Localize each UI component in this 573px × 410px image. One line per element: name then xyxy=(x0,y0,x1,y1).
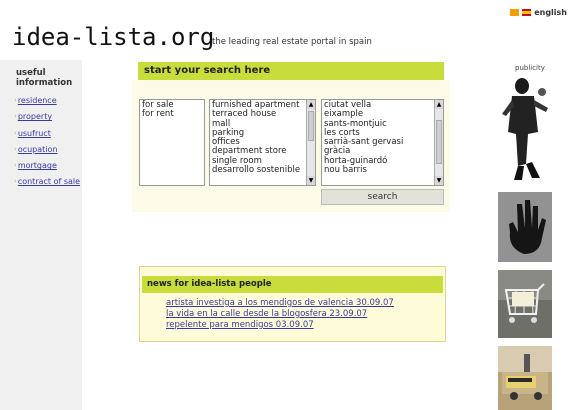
publicity-label: publicity xyxy=(515,64,545,72)
chevron-right-icon: › xyxy=(14,161,17,170)
sidebar-item-mortgage[interactable]: › mortgage xyxy=(14,161,80,177)
publicity-banner-street[interactable] xyxy=(498,346,552,410)
sidebar-link[interactable]: property xyxy=(18,112,52,121)
search-button[interactable]: search xyxy=(321,189,444,205)
sidebar-title-line2: information xyxy=(16,78,73,88)
property-type-option[interactable]: desarrollo sostenible xyxy=(212,165,304,175)
chevron-right-icon: › xyxy=(14,128,17,137)
sidebar-title-line1: useful xyxy=(16,68,46,78)
sidebar-link[interactable]: usufruct xyxy=(18,129,51,138)
publicity-banner-cart[interactable] xyxy=(498,270,552,338)
sidebar-item-contract-of-sale[interactable]: › contract of sale xyxy=(14,177,80,193)
news-item-link[interactable]: repelente para mendigos 03.09.07 xyxy=(166,320,394,331)
site-tagline: the leading real estate portal in spain xyxy=(212,37,372,47)
language-link[interactable]: english xyxy=(534,8,567,17)
sidebar-item-residence[interactable]: › residence xyxy=(14,96,80,112)
sidebar-title: useful information xyxy=(16,68,72,88)
operation-listbox[interactable]: for sale for rent xyxy=(139,99,205,186)
news-item-link[interactable]: la vida en la calle desde la blogosfera … xyxy=(166,309,394,320)
language-selector[interactable]: english xyxy=(510,8,567,17)
publicity-banner-figure[interactable] xyxy=(498,74,552,184)
scroll-down-icon[interactable]: ▼ xyxy=(307,176,315,185)
chevron-right-icon: › xyxy=(14,96,17,104)
news-item-link[interactable]: artista investiga a los mendigos de vale… xyxy=(166,298,394,309)
sidebar-item-ocupation[interactable]: › ocupation xyxy=(14,145,80,161)
chevron-right-icon: › xyxy=(14,112,17,121)
scroll-up-icon[interactable]: ▲ xyxy=(435,100,443,109)
news-title: news for idea-lista people xyxy=(142,276,443,293)
district-option[interactable]: nou barris xyxy=(324,165,432,175)
property-type-scrollbar[interactable]: ▲ ▼ xyxy=(306,100,315,185)
chevron-right-icon: › xyxy=(14,144,17,153)
flag-spain-icon xyxy=(522,9,532,16)
scroll-thumb[interactable] xyxy=(436,120,442,164)
news-list: artista investiga a los mendigos de vale… xyxy=(166,298,394,331)
district-listbox[interactable]: ciutat vella eixample sants-montjuic les… xyxy=(321,99,444,186)
sidebar-link[interactable]: mortgage xyxy=(18,161,57,170)
flag-uk-icon xyxy=(510,9,520,16)
search-title: start your search here xyxy=(138,62,444,80)
scroll-thumb[interactable] xyxy=(308,111,314,141)
sidebar-menu: › residence › property › usufruct › ocupatio… xyxy=(14,96,80,194)
district-scrollbar[interactable]: ▲ ▼ xyxy=(434,100,443,185)
scroll-up-icon[interactable]: ▲ xyxy=(307,100,315,109)
sidebar-link[interactable]: residence xyxy=(18,96,57,105)
sidebar-item-property[interactable]: › property xyxy=(14,112,80,128)
site-logo[interactable]: idea-lista.org xyxy=(12,23,214,51)
sidebar-link[interactable]: contract of sale xyxy=(18,177,80,186)
sidebar-link[interactable]: ocupation xyxy=(18,145,58,154)
chevron-right-icon: › xyxy=(14,177,17,186)
publicity-banner-hand[interactable] xyxy=(498,192,552,262)
operation-option[interactable]: for rent xyxy=(142,109,202,119)
sidebar-item-usufruct[interactable]: › usufruct xyxy=(14,129,80,145)
scroll-down-icon[interactable]: ▼ xyxy=(435,176,443,185)
property-type-listbox[interactable]: furnished apartment terraced house mall … xyxy=(209,99,316,186)
